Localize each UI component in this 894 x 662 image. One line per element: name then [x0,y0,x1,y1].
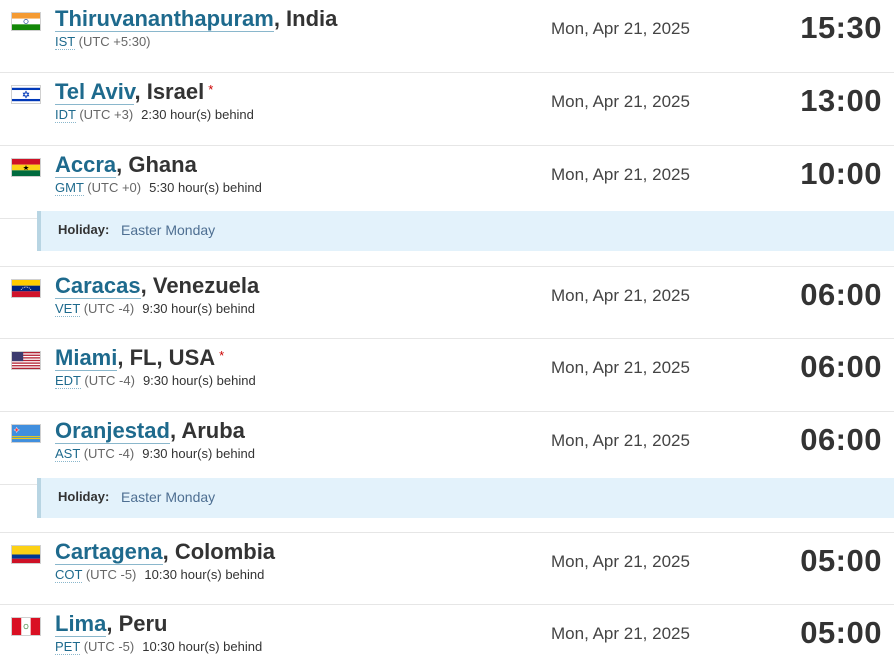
time-text: 05:00 [800,543,882,578]
timezone-line: EDT (UTC -4) 9:30 hour(s) behind [55,373,256,389]
time-difference: 5:30 hour(s) behind [149,180,262,195]
country-name: , Ghana [116,152,197,177]
country-name: , Venezuela [140,273,260,298]
israel-flag-icon [11,85,41,104]
date-text: Mon, Apr 21, 2025 [551,624,690,643]
timezone-abbr-link[interactable]: AST [55,446,81,462]
city-link[interactable]: Tel Aviv [55,79,135,105]
time-text: 06:00 [800,349,882,384]
timezone-offset: (UTC -4) [84,373,135,388]
city-row-caracas: Caracas, Venezuela VET (UTC -4) 9:30 hour… [0,266,894,339]
ghana-flag-icon [11,158,41,177]
venezuela-flag-icon [11,279,41,298]
timezone-offset: (UTC +5:30) [78,34,151,49]
time-difference: 9:30 hour(s) behind [142,301,255,316]
city-row-oranjestad: Oranjestad, Aruba AST (UTC -4) 9:30 hour(… [0,412,894,485]
place-name: Oranjestad, Aruba [55,418,245,444]
country-name: , Peru [106,611,168,636]
timezone-line: GMT (UTC +0) 5:30 hour(s) behind [55,180,262,196]
country-name: , Aruba [169,418,245,443]
date-text: Mon, Apr 21, 2025 [551,92,690,111]
timezone-line: IDT (UTC +3) 2:30 hour(s) behind [55,107,254,123]
place-name: Cartagena, Colombia [55,539,275,565]
city-row-accra: Accra, Ghana GMT (UTC +0) 5:30 hour(s) be… [0,146,894,219]
place-name: Accra, Ghana [55,152,197,178]
city-row-miami: Miami, FL, USA * EDT (UTC -4) 9:30 hour(s)… [0,339,894,412]
place-name: Caracas, Venezuela [55,273,259,299]
dst-marker: * [219,348,225,363]
place-name: Tel Aviv, Israel * [55,79,213,105]
city-link[interactable]: Oranjestad [55,418,170,444]
city-link[interactable]: Miami [55,345,118,371]
date-text: Mon, Apr 21, 2025 [551,19,690,38]
country-name: , India [273,6,338,31]
timezone-offset: (UTC -5) [85,567,137,582]
holiday-label: Holiday: [58,222,110,237]
time-difference: 9:30 hour(s) behind [142,373,256,388]
timezone-line: IST (UTC +5:30) [55,34,151,50]
timezone-abbr-link[interactable]: COT [55,567,83,583]
timezone-line: PET (UTC -5) 10:30 hour(s) behind [55,639,262,655]
holiday-banner: Holiday: Easter Monday [37,478,894,518]
time-difference: 9:30 hour(s) behind [142,446,255,461]
city-link[interactable]: Thiruvananthapuram [55,6,274,32]
city-link[interactable]: Caracas [55,273,141,299]
city-row-lima: Lima, Peru PET (UTC -5) 10:30 hour(s) beh… [0,605,894,662]
timezone-line: AST (UTC -4) 9:30 hour(s) behind [55,446,255,462]
city-link[interactable]: Accra [55,152,117,178]
holiday-banner: Holiday: Easter Monday [37,211,894,251]
date-text: Mon, Apr 21, 2025 [551,431,690,450]
date-text: Mon, Apr 21, 2025 [551,552,690,571]
city-link[interactable]: Lima [55,611,107,637]
city-link[interactable]: Cartagena [55,539,163,565]
timezone-offset: (UTC -4) [83,446,135,461]
timezone-offset: (UTC +3) [79,107,134,122]
colombia-flag-icon [11,545,41,564]
time-difference: 10:30 hour(s) behind [144,567,265,582]
time-text: 06:00 [800,422,882,457]
timezone-line: VET (UTC -4) 9:30 hour(s) behind [55,301,255,317]
date-text: Mon, Apr 21, 2025 [551,286,690,305]
date-text: Mon, Apr 21, 2025 [551,358,690,377]
time-text: 05:00 [800,615,882,650]
city-row-cartagena: Cartagena, Colombia COT (UTC -5) 10:30 ho… [0,532,894,605]
timezone-offset: (UTC -5) [83,639,135,654]
holiday-label: Holiday: [58,489,110,504]
time-text: 13:00 [800,83,882,118]
country-name: , FL, USA [117,345,216,370]
time-text: 06:00 [800,277,882,312]
timezone-abbr-link[interactable]: EDT [55,373,81,389]
timezone-abbr-link[interactable]: IST [55,34,75,50]
usa-flag-icon [11,351,41,370]
city-row-thiruvananthapuram: Thiruvananthapuram, India IST (UTC +5:30… [0,0,894,73]
timezone-line: COT (UTC -5) 10:30 hour(s) behind [55,567,264,583]
time-difference: 10:30 hour(s) behind [142,639,263,654]
holiday-name: Easter Monday [121,489,216,505]
place-name: Lima, Peru [55,611,168,637]
timezone-abbr-link[interactable]: GMT [55,180,84,196]
place-name: Miami, FL, USA * [55,345,224,371]
timezone-abbr-link[interactable]: IDT [55,107,76,123]
india-flag-icon [11,12,41,31]
dst-marker: * [208,82,214,97]
time-difference: 2:30 hour(s) behind [141,107,254,122]
aruba-flag-icon [11,424,41,443]
time-text: 15:30 [800,10,882,45]
city-row-tel-aviv: Tel Aviv, Israel * IDT (UTC +3) 2:30 hour(… [0,73,894,146]
holiday-name: Easter Monday [121,222,216,238]
time-text: 10:00 [800,156,882,191]
timezone-abbr-link[interactable]: PET [55,639,81,655]
country-name: , Israel [134,79,205,104]
date-text: Mon, Apr 21, 2025 [551,165,690,184]
timezone-abbr-link[interactable]: VET [55,301,81,317]
place-name: Thiruvananthapuram, India [55,6,337,32]
timezone-offset: (UTC +0) [87,180,142,195]
timezone-offset: (UTC -4) [83,301,135,316]
country-name: , Colombia [162,539,276,564]
peru-flag-icon [11,617,41,636]
